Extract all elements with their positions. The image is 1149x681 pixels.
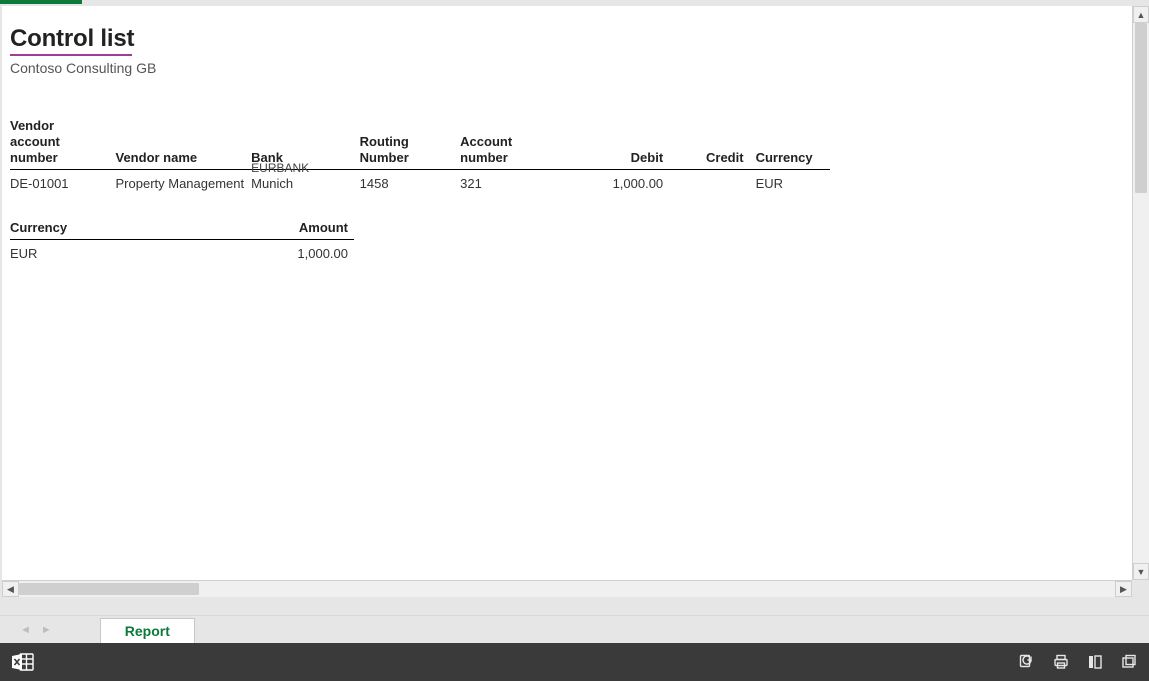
table-row: DE-01001 Property Management EURBANK Mun…	[10, 170, 830, 197]
vertical-scroll-thumb[interactable]	[1135, 23, 1147, 193]
table-row: EUR 1,000.00	[10, 240, 354, 264]
col-currency: Currency	[750, 118, 830, 169]
tab-report[interactable]: Report	[100, 618, 195, 643]
app-frame: Control list Contoso Consulting GB	[0, 0, 1149, 681]
print-icon[interactable]	[1051, 652, 1071, 672]
scroll-right-button[interactable]: ▶	[1115, 581, 1132, 597]
cell-credit	[669, 170, 749, 197]
sheet-nav: ◄ ►	[6, 624, 66, 636]
vendor-table-header-row: Vendoraccountnumber Vendor name Bank Rou…	[10, 118, 830, 169]
sheet-nav-next[interactable]: ►	[41, 624, 52, 636]
totals-header-row: Currency Amount	[10, 220, 354, 240]
page-title: Control list	[10, 26, 1124, 52]
cell-vendor-name: Property Management	[116, 170, 252, 197]
col-credit: Credit	[669, 118, 749, 169]
cell-bank-truncated: EURBANK	[251, 161, 309, 175]
cell-routing: 1458	[360, 170, 460, 197]
excel-icon[interactable]	[10, 651, 36, 673]
cell-bank-main: Munich	[251, 176, 293, 191]
content-area: Control list Contoso Consulting GB	[0, 6, 1149, 597]
col-account: Accountnumber	[460, 118, 589, 169]
refresh-icon[interactable]	[1017, 652, 1037, 672]
cell-vendor-account: DE-01001	[10, 170, 116, 197]
col-vendor-name: Vendor name	[116, 118, 252, 169]
horizontal-scrollbar[interactable]: ◀ ▶	[2, 580, 1132, 597]
totals-table: Currency Amount EUR 1,000.00	[10, 220, 354, 263]
col-totals-amount: Amount	[250, 220, 354, 240]
company-subtitle: Contoso Consulting GB	[10, 60, 1124, 76]
report-body: Control list Contoso Consulting GB	[2, 6, 1132, 271]
cell-bank: EURBANK Munich	[251, 170, 360, 197]
scroll-down-button[interactable]: ▼	[1133, 563, 1149, 580]
cell-currency: EUR	[750, 170, 830, 197]
fullscreen-icon[interactable]	[1119, 652, 1139, 672]
tab-report-label: Report	[125, 623, 170, 639]
sheet-nav-prev[interactable]: ◄	[20, 624, 31, 636]
col-routing: RoutingNumber	[360, 118, 460, 169]
status-bar	[0, 643, 1149, 681]
page-layout-icon[interactable]	[1085, 652, 1105, 672]
horizontal-scroll-thumb[interactable]	[19, 583, 199, 595]
vertical-scrollbar[interactable]: ▲ ▼	[1132, 6, 1149, 580]
col-debit: Debit	[589, 118, 669, 169]
ribbon-accent	[0, 0, 82, 4]
vendor-table: Vendoraccountnumber Vendor name Bank Rou…	[10, 118, 830, 196]
triangle-left-icon: ◀	[7, 584, 14, 595]
triangle-down-icon: ▼	[1137, 567, 1146, 577]
report-surface: Control list Contoso Consulting GB	[2, 6, 1132, 580]
scroll-up-button[interactable]: ▲	[1133, 6, 1149, 23]
cell-totals-currency: EUR	[10, 240, 250, 264]
triangle-right-icon: ▶	[1120, 584, 1127, 595]
sheet-tab-bar: ◄ ► Report	[0, 615, 1149, 643]
cell-totals-amount: 1,000.00	[250, 240, 354, 264]
triangle-up-icon: ▲	[1137, 10, 1146, 20]
cell-debit: 1,000.00	[589, 170, 669, 197]
cell-account: 321	[460, 170, 589, 197]
col-totals-currency: Currency	[10, 220, 250, 240]
scroll-left-button[interactable]: ◀	[2, 581, 19, 597]
title-underline	[10, 54, 132, 56]
col-vendor-account: Vendoraccountnumber	[10, 118, 116, 169]
